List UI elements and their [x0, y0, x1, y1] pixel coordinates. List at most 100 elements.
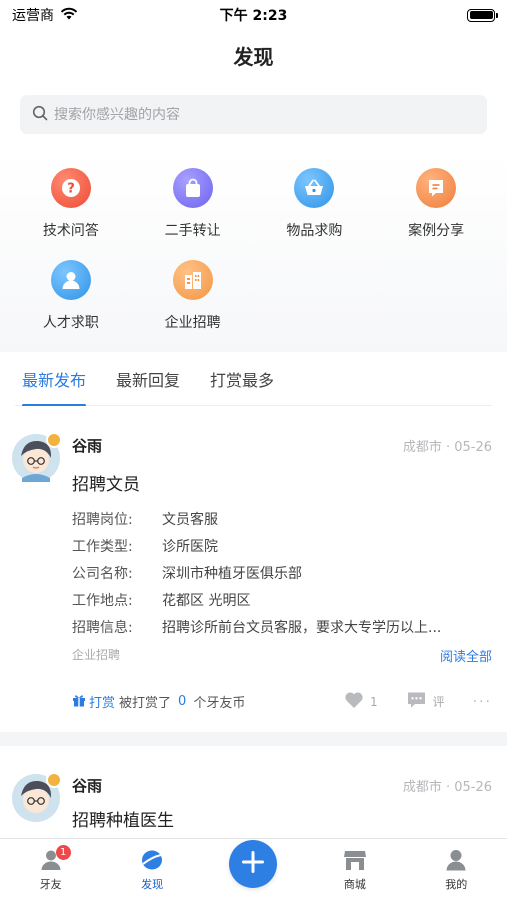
tab-bar-item-discover[interactable]: 发现	[112, 849, 192, 892]
post-title[interactable]: 招聘种植医生	[72, 806, 492, 831]
bottom-tab-bar: 1 牙友 发现 商城 我的	[0, 838, 507, 900]
category-tech-qa[interactable]: ? 技术问答	[10, 168, 132, 240]
tab-latest-replies[interactable]: 最新回复	[116, 352, 180, 406]
more-options-icon[interactable]: ···	[473, 694, 492, 710]
field-row: 工作地点: 花都区 光明区	[72, 588, 492, 615]
basket-icon	[294, 168, 335, 208]
post-header: 谷雨 成都市 · 05-26 招聘种植医生	[12, 772, 492, 831]
nav-bar: 发现	[0, 30, 507, 80]
field-value: 招聘诊所前台文员客服，要求大专学历以上...	[162, 620, 442, 636]
category-grid: ? 技术问答 二手转让 物品求购 案例分享 人才求职 企业招聘	[0, 154, 507, 352]
reward-text-after: 个牙友币	[193, 696, 246, 711]
gift-icon	[72, 693, 86, 711]
post-top-row: 谷雨 成都市 · 05-26	[72, 774, 492, 796]
category-label: 技术问答	[42, 223, 99, 239]
post-tagline: 企业招聘 阅读全部	[72, 646, 492, 665]
tab-bar-item-friends[interactable]: 1 牙友	[11, 845, 91, 892]
building-icon	[172, 260, 213, 300]
author-name[interactable]: 谷雨	[72, 775, 102, 796]
reward-label: 打赏	[89, 696, 116, 711]
plus-icon	[240, 849, 266, 879]
verified-badge-icon	[46, 772, 62, 788]
post-meta: 成都市 · 05-26	[402, 779, 492, 795]
search-icon	[32, 105, 48, 125]
page-title: 发现	[233, 44, 274, 69]
category-second-hand[interactable]: 二手转让	[132, 168, 254, 240]
field-row: 招聘岗位: 文员客服	[72, 507, 492, 534]
category-label: 物品求购	[286, 223, 343, 239]
share-doc-icon	[416, 168, 457, 208]
author-name[interactable]: 谷雨	[72, 435, 102, 456]
tab-bar-item-shop[interactable]: 商城	[315, 849, 395, 892]
field-row: 招聘信息: 招聘诊所前台文员客服，要求大专学历以上...	[72, 615, 492, 642]
post-body: 谷雨 成都市 · 05-26 招聘文员 招聘岗位: 文员客服 工作类型: 诊所医…	[72, 434, 492, 666]
tab-bar-label: 发现	[141, 878, 164, 891]
reward-text-before: 被打赏了	[119, 696, 172, 711]
add-post-button[interactable]	[229, 840, 278, 888]
category-label: 人才求职	[42, 315, 99, 331]
field-value: 花都区 光明区	[162, 593, 251, 609]
status-left: 运营商	[12, 5, 78, 25]
field-value: 深圳市种植牙医俱乐部	[162, 566, 302, 582]
category-label: 案例分享	[408, 223, 465, 239]
status-time: 下午 2:23	[219, 8, 288, 24]
field-row: 工作类型: 诊所医院	[72, 534, 492, 561]
field-label: 工作地点:	[72, 593, 133, 609]
post-category-tag[interactable]: 企业招聘	[72, 646, 120, 665]
post-top-row: 谷雨 成都市 · 05-26	[72, 434, 492, 456]
wifi-icon	[60, 7, 78, 24]
shop-icon	[343, 849, 367, 871]
post-fields: 招聘岗位: 文员客服 工作类型: 诊所医院 公司名称: 深圳市种植牙医俱乐部 工…	[72, 507, 492, 642]
question-icon: ?	[50, 168, 91, 208]
battery-icon	[467, 8, 498, 22]
search-box[interactable]	[20, 95, 487, 134]
tab-bar-item-add[interactable]	[213, 840, 293, 892]
search-input[interactable]	[54, 106, 475, 123]
carrier-label: 运营商	[12, 8, 54, 24]
status-bar: 运营商 下午 2:23	[0, 0, 507, 30]
feed-tabs: 最新发布 最新回复 打赏最多	[15, 352, 492, 407]
field-value: 诊所医院	[162, 539, 218, 555]
category-case-share[interactable]: 案例分享	[375, 168, 497, 240]
post-meta: 成都市 · 05-26	[402, 439, 492, 455]
comment-icon	[406, 691, 427, 712]
person-icon	[50, 260, 91, 300]
tab-latest-published[interactable]: 最新发布	[22, 352, 87, 407]
avatar[interactable]	[12, 432, 62, 482]
field-label: 招聘岗位:	[72, 512, 133, 528]
category-label: 企业招聘	[164, 315, 221, 331]
post-card[interactable]: 谷雨 成都市 · 05-26 招聘文员 招聘岗位: 文员客服 工作类型: 诊所医…	[0, 406, 507, 732]
field-row: 公司名称: 深圳市种植牙医俱乐部	[72, 561, 492, 588]
like-button[interactable]: 1	[344, 691, 378, 712]
category-label: 二手转让	[164, 223, 221, 239]
like-count: 1	[369, 694, 378, 709]
field-label: 招聘信息:	[72, 620, 133, 636]
category-job-seeking[interactable]: 人才求职	[10, 260, 132, 332]
comment-button[interactable]: 评	[406, 691, 445, 712]
user-icon: 1	[39, 845, 71, 871]
search-section	[0, 80, 507, 154]
field-label: 公司名称:	[72, 566, 133, 582]
post-action-buttons: 1 评 ···	[344, 691, 492, 712]
field-label: 工作类型:	[72, 539, 133, 555]
tabs-section: 最新发布 最新回复 打赏最多	[0, 352, 507, 407]
tab-most-rewarded[interactable]: 打赏最多	[210, 352, 274, 406]
field-value: 文员客服	[162, 512, 218, 528]
reward-info: 打赏 被打赏了 0 个牙友币	[72, 692, 245, 711]
post-title[interactable]: 招聘文员	[72, 470, 492, 495]
reward-button[interactable]: 打赏	[72, 692, 115, 711]
tab-bar-label: 商城	[343, 878, 366, 891]
discover-icon	[140, 849, 164, 871]
category-recruitment[interactable]: 企业招聘	[132, 260, 254, 332]
tab-bar-item-profile[interactable]: 我的	[416, 849, 496, 892]
avatar[interactable]	[12, 772, 62, 822]
profile-icon	[444, 849, 468, 871]
post-header: 谷雨 成都市 · 05-26 招聘文员 招聘岗位: 文员客服 工作类型: 诊所医…	[12, 432, 492, 666]
read-all-link[interactable]: 阅读全部	[440, 646, 492, 665]
notification-badge: 1	[55, 845, 71, 860]
verified-badge-icon	[46, 432, 62, 448]
tab-bar-label: 牙友	[39, 878, 62, 891]
post-actions: 打赏 被打赏了 0 个牙友币 1 评 ···	[12, 691, 492, 712]
svg-text:?: ?	[67, 182, 75, 197]
category-purchase-request[interactable]: 物品求购	[254, 168, 376, 240]
